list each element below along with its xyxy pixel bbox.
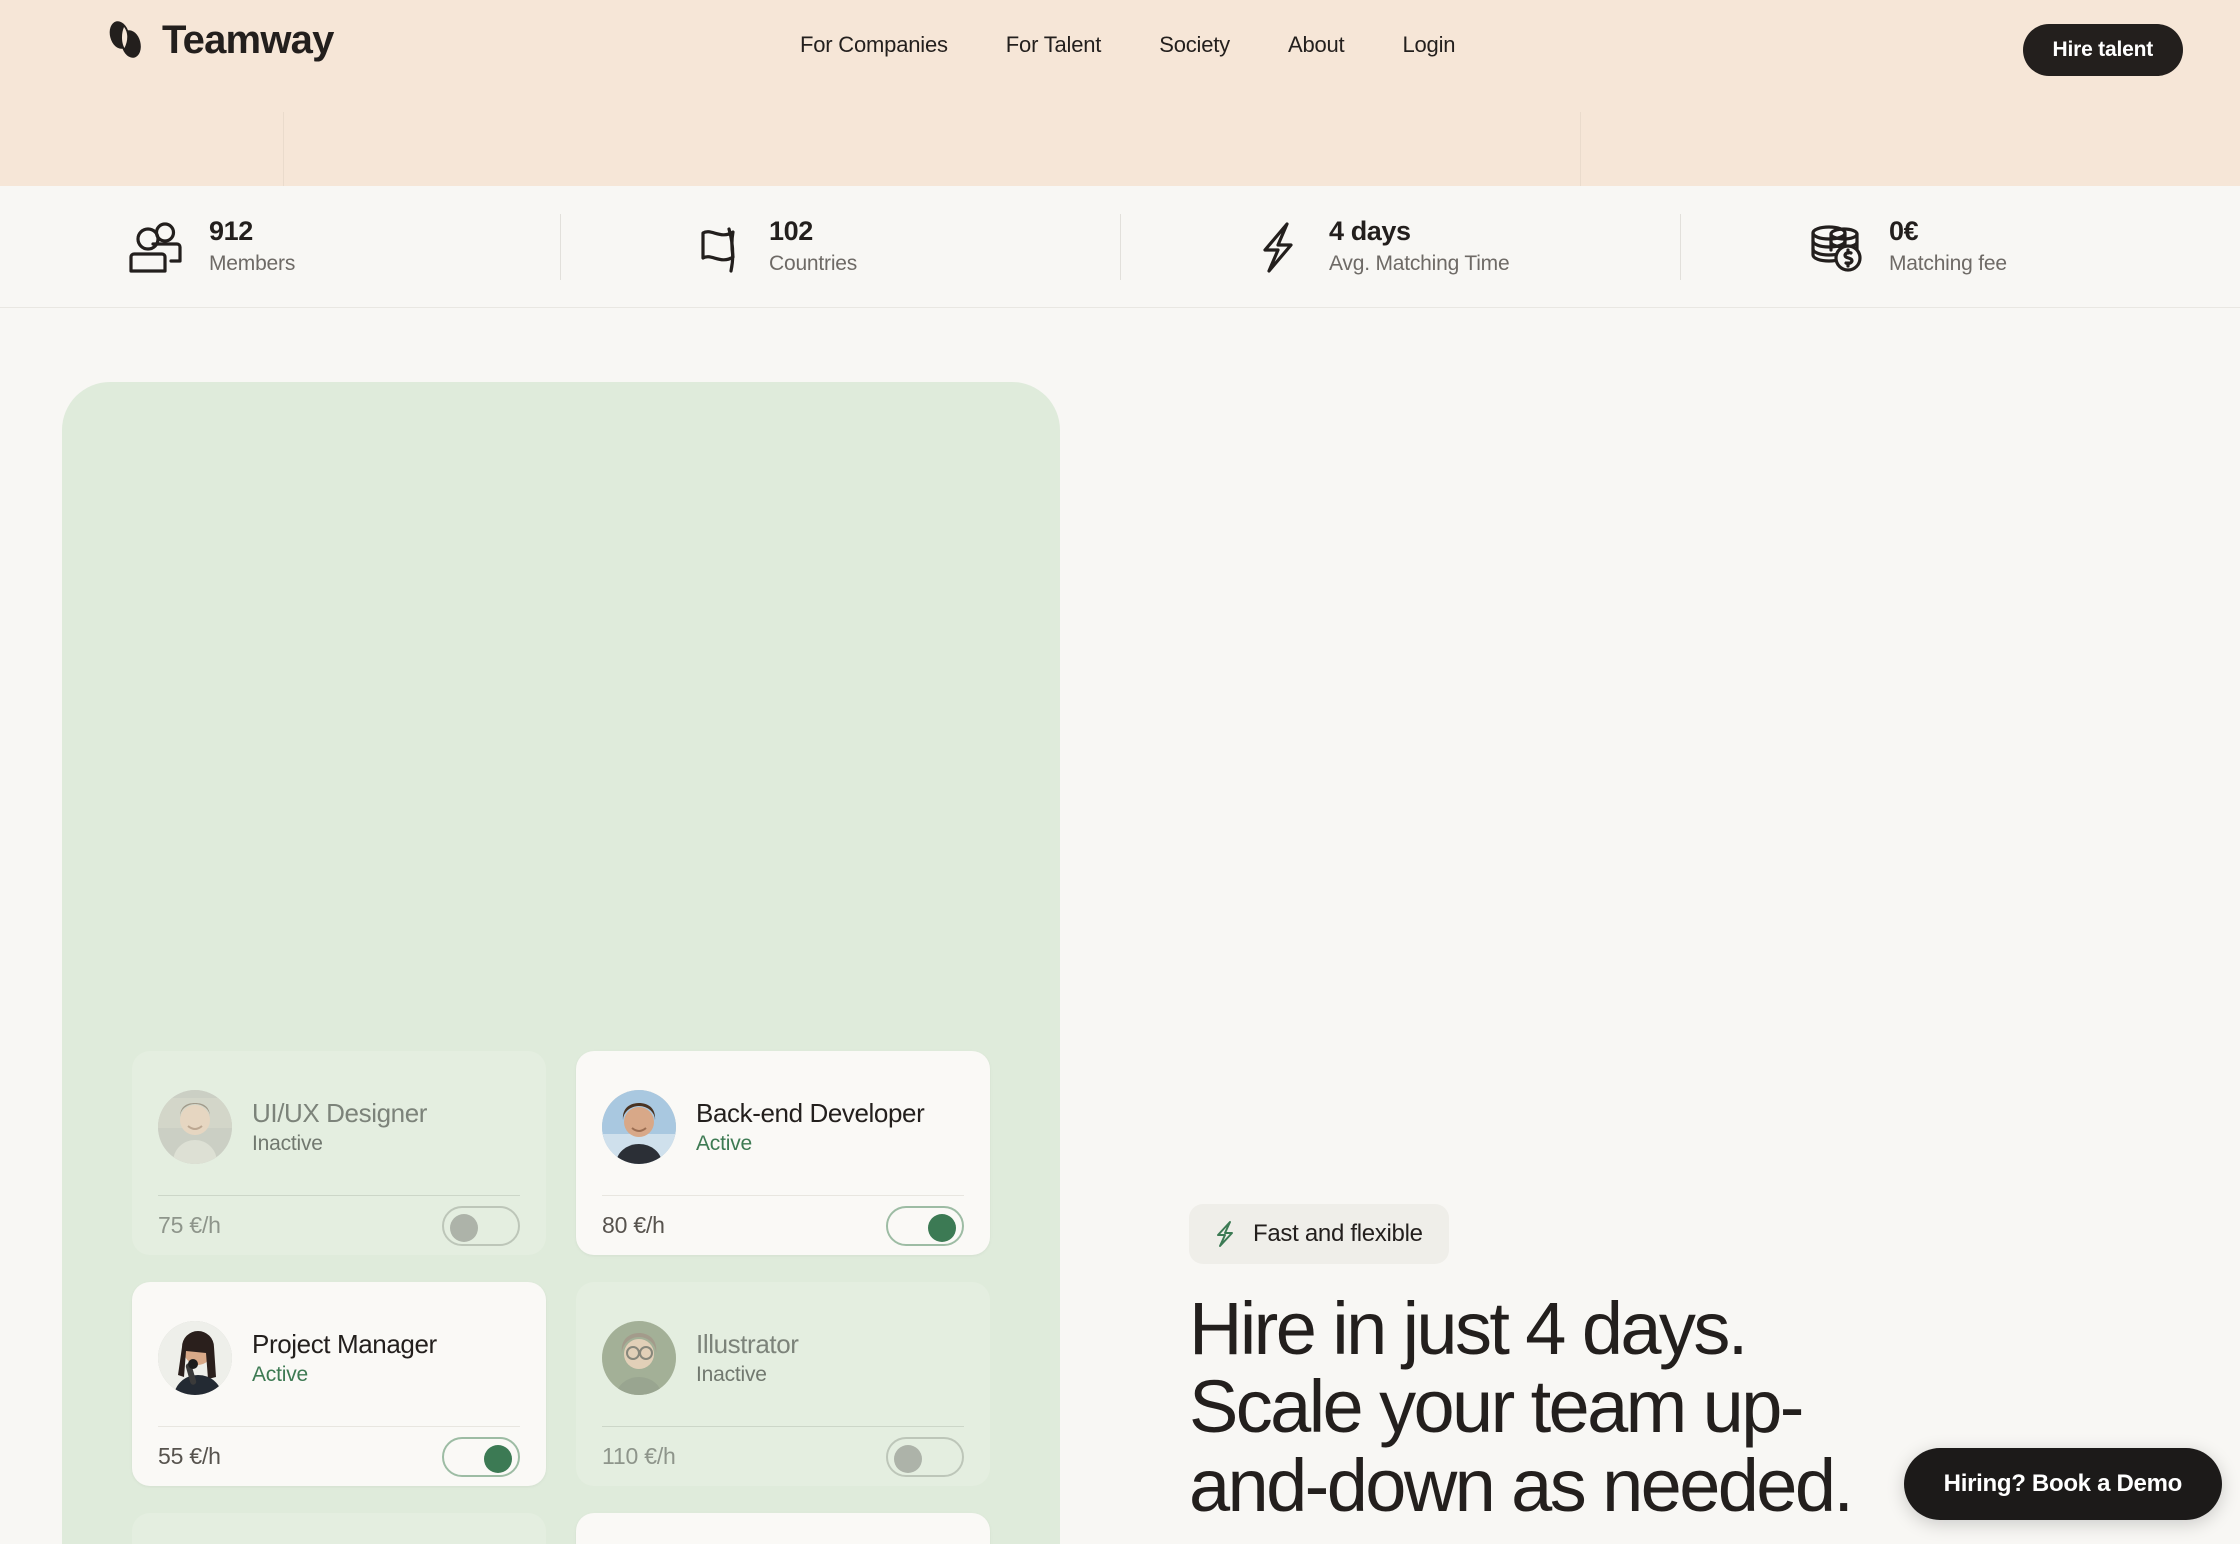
stat-value: 0€ bbox=[1889, 215, 1919, 246]
book-a-demo-button[interactable]: Hiring? Book a Demo bbox=[1903, 1448, 2222, 1520]
avatar bbox=[602, 1090, 676, 1164]
talent-card[interactable]: Illustrator Inactive 110 €/h bbox=[576, 1282, 990, 1486]
hero-section: UI/UX Designer Inactive 75 €/h Back-end … bbox=[0, 309, 2240, 1544]
talent-status: Active bbox=[252, 1363, 308, 1387]
lightning-bolt-icon bbox=[1211, 1219, 1239, 1249]
stats-bar: 912 Members 102 Countries 4 days Avg. Ma… bbox=[0, 186, 2240, 308]
stat-label: Avg. Matching Time bbox=[1329, 251, 1510, 275]
stat-label: Members bbox=[209, 251, 296, 275]
page-title: Hire in just 4 days. Scale your team up-… bbox=[1189, 1287, 1854, 1527]
avatar bbox=[602, 1321, 676, 1395]
talent-card[interactable]: Project Manager Active 55 €/h bbox=[132, 1282, 546, 1486]
talent-card[interactable]: Front-end Developer Inactive 70 €/h bbox=[132, 1513, 546, 1544]
talent-rate: 80 €/h bbox=[602, 1212, 665, 1238]
header-guide-line-left bbox=[283, 112, 284, 186]
talent-card[interactable]: UI/UX Designer Inactive 75 €/h bbox=[132, 1051, 546, 1255]
talent-card[interactable]: Back-end Developer Active 80 €/h bbox=[576, 1051, 990, 1255]
talent-status: Inactive bbox=[252, 1132, 323, 1156]
brand-logo-link[interactable]: Teamway bbox=[104, 18, 334, 62]
brand-name: Teamway bbox=[162, 18, 334, 62]
nav-links: For Companies For Talent Society About L… bbox=[800, 32, 1456, 58]
fast-and-flexible-badge: Fast and flexible bbox=[1189, 1204, 1449, 1264]
nav-link-for-talent[interactable]: For Talent bbox=[1006, 32, 1102, 58]
talent-active-toggle[interactable] bbox=[442, 1436, 520, 1477]
header-guide-line-right bbox=[1580, 112, 1581, 186]
talent-status: Inactive bbox=[696, 1363, 767, 1387]
talent-title: Back-end Developer bbox=[696, 1097, 925, 1128]
talent-title: UI/UX Designer bbox=[252, 1097, 428, 1128]
avatar bbox=[158, 1090, 232, 1164]
stat-countries: 102 Countries bbox=[560, 186, 1120, 308]
stat-matching-fee: 0€ Matching fee bbox=[1680, 186, 2240, 308]
stat-label: Countries bbox=[769, 251, 858, 275]
header-band: Teamway For Companies For Talent Society… bbox=[0, 0, 2240, 186]
talent-title: Illustrator bbox=[696, 1328, 799, 1359]
flag-icon bbox=[685, 218, 751, 276]
nav-link-about[interactable]: About bbox=[1288, 32, 1345, 58]
badge-label: Fast and flexible bbox=[1253, 1220, 1423, 1247]
coins-icon bbox=[1805, 218, 1871, 276]
avatar bbox=[158, 1321, 232, 1395]
nav-link-society[interactable]: Society bbox=[1159, 32, 1230, 58]
talent-active-toggle[interactable] bbox=[886, 1205, 964, 1246]
stat-avg-matching-time: 4 days Avg. Matching Time bbox=[1120, 186, 1680, 308]
talent-card[interactable]: Software Engineer Active 120 €/h bbox=[576, 1513, 990, 1544]
top-navigation-bar: Teamway For Companies For Talent Society… bbox=[0, 0, 2240, 100]
teamway-leaf-logo-icon bbox=[104, 18, 148, 62]
stat-value: 102 bbox=[769, 215, 813, 246]
talent-cards-grid: UI/UX Designer Inactive 75 €/h Back-end … bbox=[132, 1051, 990, 1544]
talent-rate: 110 €/h bbox=[602, 1443, 676, 1469]
users-icon bbox=[125, 218, 191, 276]
talent-title: Project Manager bbox=[252, 1328, 437, 1359]
hire-talent-button[interactable]: Hire talent bbox=[2022, 24, 2183, 76]
stat-label: Matching fee bbox=[1889, 251, 2007, 275]
stat-value: 4 days bbox=[1329, 215, 1411, 246]
nav-link-for-companies[interactable]: For Companies bbox=[800, 32, 948, 58]
talent-rate: 75 €/h bbox=[158, 1212, 221, 1238]
talent-active-toggle[interactable] bbox=[886, 1436, 964, 1477]
stat-value: 912 bbox=[209, 215, 253, 246]
lightning-bolt-icon bbox=[1245, 218, 1311, 276]
stat-members: 912 Members bbox=[0, 186, 560, 308]
talent-status: Active bbox=[696, 1132, 752, 1156]
talent-rate: 55 €/h bbox=[158, 1443, 221, 1469]
nav-link-login[interactable]: Login bbox=[1402, 32, 1455, 58]
talent-active-toggle[interactable] bbox=[442, 1205, 520, 1246]
